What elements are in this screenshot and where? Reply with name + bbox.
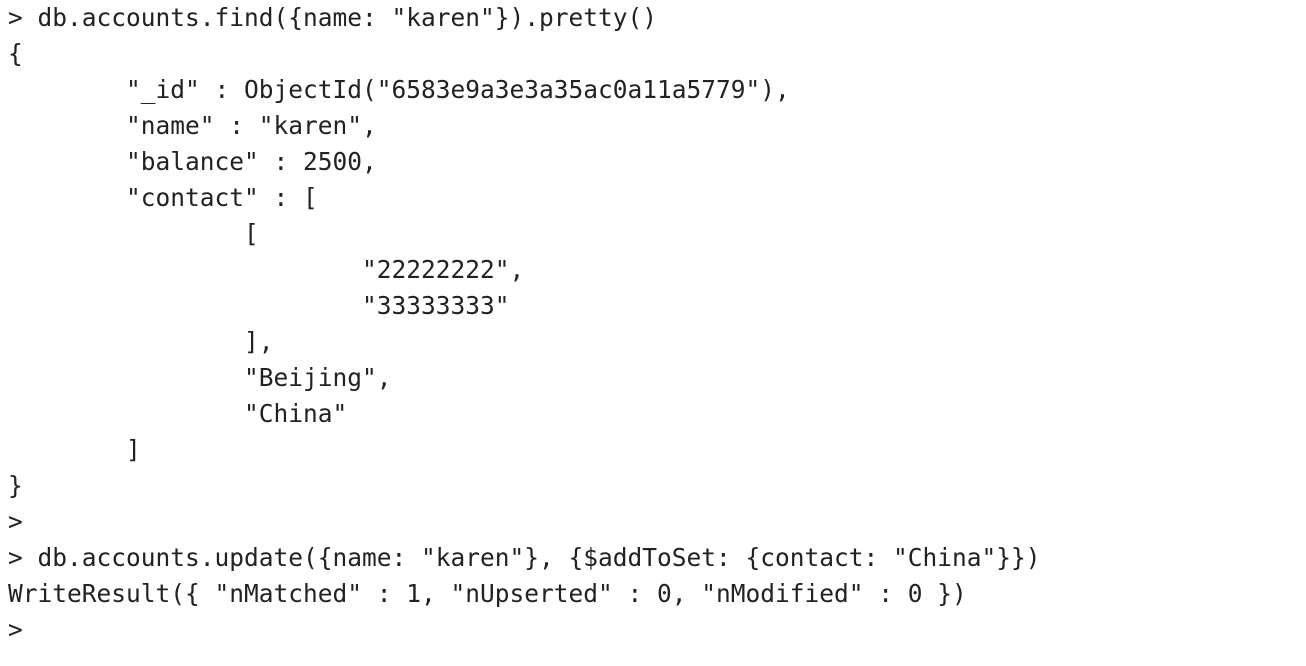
output-open-brace-line: { bbox=[8, 39, 23, 68]
mongo-shell-terminal[interactable]: > db.accounts.find({name: "karen"}).pret… bbox=[0, 0, 1306, 666]
empty-prompt-line: > bbox=[8, 507, 23, 536]
output-city-line: "Beijing", bbox=[8, 363, 392, 392]
output-name-line: "name" : "karen", bbox=[8, 111, 377, 140]
output-country-line: "China" bbox=[8, 399, 348, 428]
output-array-close-line: ] bbox=[8, 435, 141, 464]
output-close-brace-line: } bbox=[8, 471, 23, 500]
output-balance-line: "balance" : 2500, bbox=[8, 147, 377, 176]
command-find-line: > db.accounts.find({name: "karen"}).pret… bbox=[8, 3, 658, 32]
output-id-line: "_id" : ObjectId("6583e9a3e3a35ac0a11a57… bbox=[8, 75, 790, 104]
output-nested-array-close-line: ], bbox=[8, 327, 274, 356]
command-update-line: > db.accounts.update({name: "karen"}, {$… bbox=[8, 543, 1041, 572]
write-result-line: WriteResult({ "nMatched" : 1, "nUpserted… bbox=[8, 579, 967, 608]
output-phone-2-line: "33333333" bbox=[8, 291, 510, 320]
current-prompt-line[interactable]: > bbox=[8, 612, 1306, 648]
output-contact-line: "contact" : [ bbox=[8, 183, 318, 212]
output-nested-array-open-line: [ bbox=[8, 219, 259, 248]
output-phone-1-line: "22222222", bbox=[8, 255, 525, 284]
